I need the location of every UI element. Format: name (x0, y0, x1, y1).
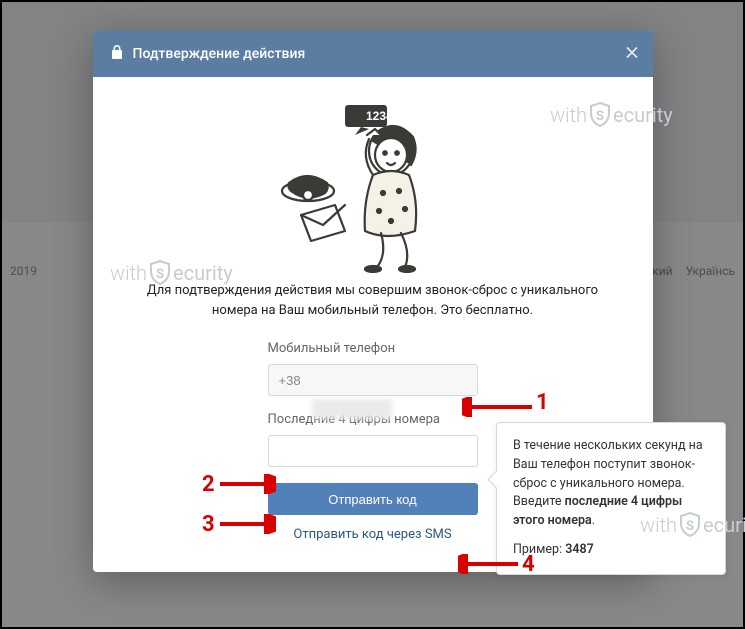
lock-icon (111, 44, 123, 63)
code-label: Последние 4 цифры номера (268, 412, 478, 427)
hint-tooltip: В течение нескольких секунд на Ваш телеф… (496, 422, 726, 575)
code-field[interactable] (268, 435, 478, 467)
modal-description: Для подтверждения действия мы совершим з… (133, 281, 613, 321)
phone-label: Мобильный телефон (268, 341, 478, 356)
verification-form: Мобильный телефон Последние 4 цифры номе… (268, 341, 478, 542)
submit-button[interactable]: Отправить код (268, 483, 478, 515)
phone-field[interactable] (268, 364, 478, 396)
call-illustration: 1234 (273, 103, 473, 273)
tooltip-example: Пример: 3487 (513, 541, 709, 560)
tooltip-text-2: . (592, 513, 595, 528)
modal-title: Подтверждение действия (133, 46, 306, 62)
send-sms-link[interactable]: Отправить код через SMS (268, 527, 478, 542)
illustration-bubble-text: 1234 (366, 109, 393, 123)
close-icon[interactable] (625, 44, 639, 63)
modal-header: Подтверждение действия (93, 30, 653, 77)
